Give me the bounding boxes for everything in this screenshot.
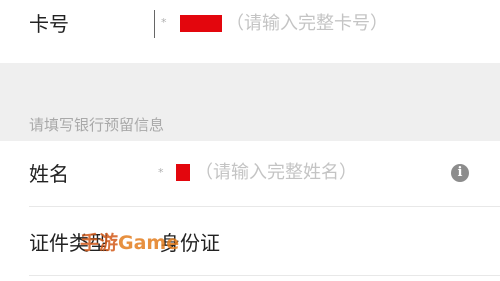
name-redaction	[176, 164, 190, 181]
watermark-cn: 手游	[80, 232, 119, 254]
row-divider	[29, 275, 500, 276]
info-icon[interactable]: i	[451, 164, 469, 182]
name-masked-prefix: *	[158, 166, 164, 179]
name-row[interactable]: 姓名 * （请输入完整姓名） i	[0, 141, 500, 205]
id-type-row[interactable]: 证件类型 身份证	[0, 207, 500, 275]
name-input[interactable]: （请输入完整姓名）	[195, 162, 357, 184]
watermark-logo: 手游Game	[80, 231, 179, 255]
card-number-input[interactable]: （请输入完整卡号）	[226, 13, 388, 35]
card-number-row[interactable]: 卡号 * （请输入完整卡号）	[0, 0, 500, 63]
name-label: 姓名	[29, 162, 69, 186]
text-cursor	[154, 10, 155, 38]
card-number-redaction	[180, 15, 222, 32]
card-number-masked-prefix: *	[161, 16, 167, 29]
section-title: 请填写银行预留信息	[29, 116, 165, 134]
watermark-en: Game	[118, 232, 180, 254]
card-number-label: 卡号	[29, 12, 69, 36]
